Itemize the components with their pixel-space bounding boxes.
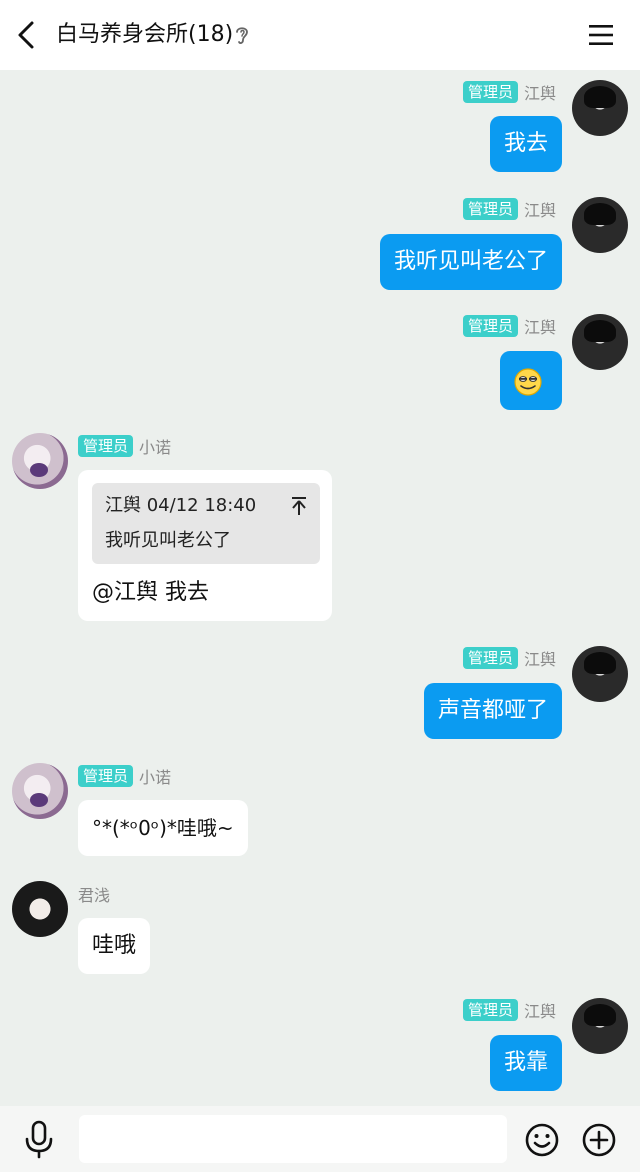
menu-icon[interactable] [586,20,616,50]
message-bubble[interactable]: 我去 [489,116,562,172]
admin-badge: 管理员 [462,315,518,337]
avatar[interactable] [12,881,68,937]
admin-badge: 管理员 [78,765,134,787]
ear-icon [236,27,248,44]
message-bubble[interactable]: 哇哦 [78,918,151,974]
quote-header: 江舆 04/12 18:40 [105,495,257,516]
admin-badge: 管理员 [78,435,134,457]
chat-title: 白马养身会所(18) [56,22,234,47]
message-text: @江舆 我去 [92,580,209,605]
avatar[interactable] [572,197,628,253]
message-bubble[interactable] [500,351,562,410]
sender-name: 君浅 [78,886,111,905]
admin-badge: 管理员 [462,198,518,220]
message-meta: 君浅 [78,882,110,906]
avatar[interactable] [12,763,68,819]
message-bubble[interactable]: 声音都哑了 [423,683,562,739]
message-meta: 管理员 江舆 [462,646,556,670]
message-bubble[interactable]: °*(*ᵒ0ᵒ)*哇哦~ [78,800,248,856]
message-meta: 管理员 小诺 [78,434,171,458]
message-input[interactable] [79,1115,507,1163]
back-arrow-icon[interactable] [10,17,46,53]
message-meta: 管理员 江舆 [462,197,556,221]
admin-badge: 管理员 [462,647,518,669]
sender-name: 江舆 [523,650,556,669]
reply-bubble[interactable]: 江舆 04/12 18:40 我听见叫老公了 @江舆 我去 [78,470,332,621]
sender-name: 小诺 [139,768,172,787]
avatar[interactable] [572,646,628,702]
quote-text: 我听见叫老公了 [105,530,231,551]
sender-name: 江舆 [523,84,556,103]
message-meta: 管理员 小诺 [78,764,171,788]
microphone-icon[interactable] [22,1119,56,1159]
avatar[interactable] [572,998,628,1054]
sender-name: 江舆 [523,318,556,337]
message-bubble[interactable]: 我靠 [489,1035,562,1091]
message-meta: 管理员 江舆 [462,80,556,104]
sender-name: 江舆 [523,201,556,220]
admin-badge: 管理员 [462,999,518,1021]
quoted-message[interactable]: 江舆 04/12 18:40 我听见叫老公了 [92,483,320,564]
message-meta: 管理员 江舆 [462,998,556,1022]
avatar[interactable] [572,314,628,370]
input-bar [0,1106,640,1172]
smirk-emoji-icon [514,368,542,396]
avatar[interactable] [12,433,68,489]
sender-name: 小诺 [139,438,172,457]
message-bubble[interactable]: 我听见叫老公了 [379,234,562,290]
sender-name: 江舆 [523,1002,556,1021]
jump-to-message-icon[interactable] [290,495,308,517]
message-meta: 管理员 江舆 [462,314,556,338]
avatar[interactable] [572,80,628,136]
admin-badge: 管理员 [462,81,518,103]
plus-icon[interactable] [581,1122,617,1158]
top-bar: 白马养身会所(18) [0,0,640,70]
emoji-icon[interactable] [524,1122,560,1158]
